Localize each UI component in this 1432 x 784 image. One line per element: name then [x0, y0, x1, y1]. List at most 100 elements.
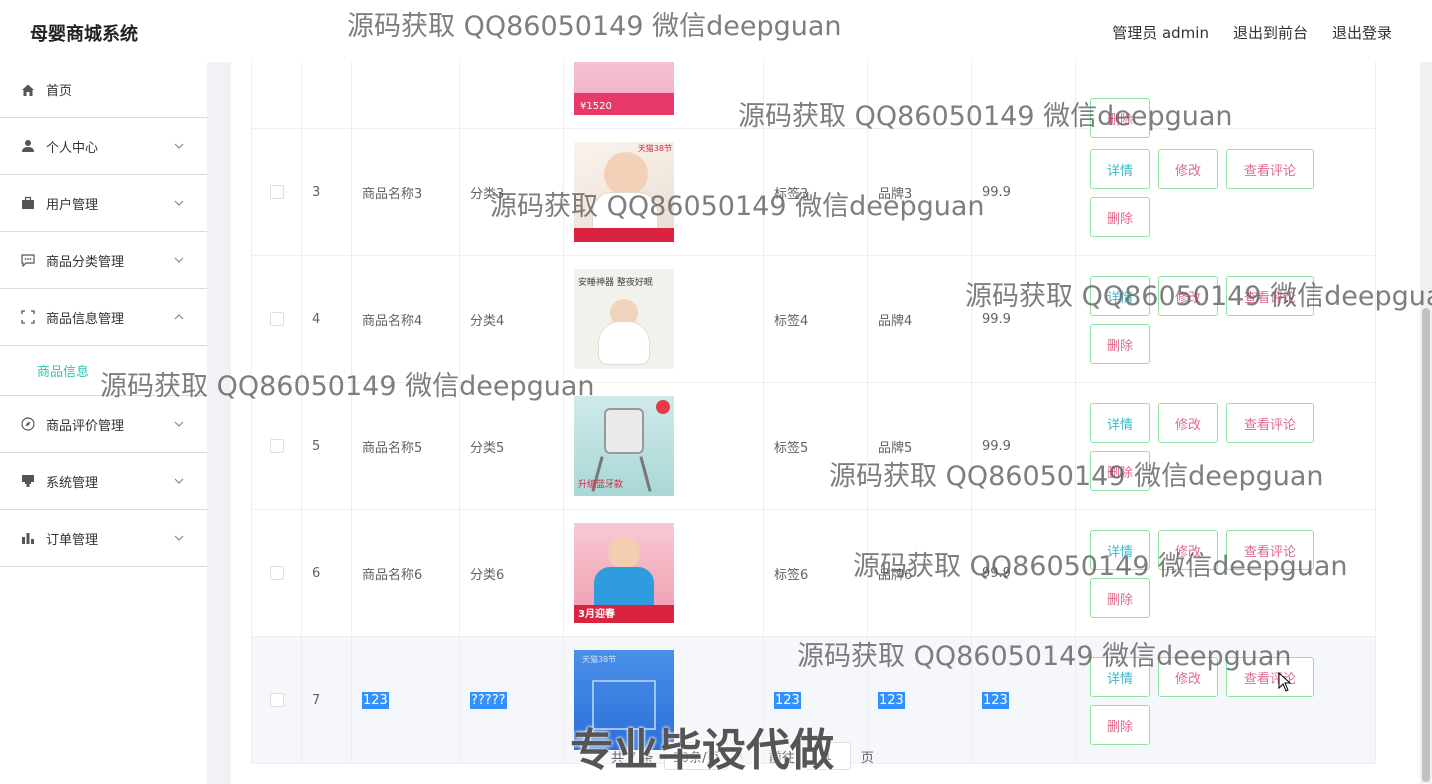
edit-button[interactable]: 修改 [1158, 276, 1218, 316]
delete-button[interactable]: 删除 [1090, 197, 1150, 237]
product-name: 商品名称3 [352, 129, 460, 255]
row-checkbox[interactable] [269, 693, 284, 707]
edit-button[interactable]: 修改 [1158, 657, 1218, 697]
chevron-down-icon [173, 532, 185, 544]
product-table: ¥1520 删除 3 商品名称3 分类3 天猫38节 标签3 品牌3 99.9 … [251, 62, 1376, 764]
edit-button[interactable]: 修改 [1158, 530, 1218, 570]
row-checkbox[interactable] [269, 439, 284, 453]
chevron-up-icon [173, 311, 185, 323]
sidebar-item-home[interactable]: 首页 [0, 62, 207, 118]
table-row: 4 商品名称4 分类4 安睡神器 整夜好眠 标签4 品牌4 99.9 详情 修改… [252, 256, 1375, 383]
image-caption: 3月迎春 [578, 609, 615, 620]
product-category: 分类4 [460, 256, 564, 382]
chevron-down-icon [173, 418, 185, 430]
image-caption: 升级蓝牙款 [578, 480, 624, 490]
sidebar-item-product-info-management[interactable]: 商品信息管理 [0, 289, 207, 346]
product-image: 安睡神器 整夜好眠 [574, 269, 674, 369]
sidebar-item-system-management[interactable]: 系统管理 [0, 453, 207, 510]
view-comments-button[interactable]: 查看评论 [1226, 657, 1314, 697]
product-brand: 品牌6 [868, 510, 972, 636]
row-actions: 详情 修改 查看评论 删除 [1090, 530, 1330, 618]
edit-button[interactable]: 修改 [1158, 403, 1218, 443]
chart-icon [20, 530, 36, 546]
product-brand: 123 [878, 691, 905, 709]
delete-button[interactable]: 删除 [1090, 578, 1150, 618]
header-links: 管理员 admin 退出到前台 退出登录 [1112, 22, 1392, 43]
detail-button[interactable]: 详情 [1090, 276, 1150, 316]
product-name: 123 [362, 691, 389, 709]
app-title: 母婴商城系统 [30, 24, 138, 45]
row-checkbox[interactable] [269, 566, 284, 580]
fullscreen-icon [20, 309, 36, 325]
chevron-down-icon [173, 254, 185, 266]
sidebar-item-label: 商品评价管理 [46, 418, 125, 434]
image-caption: ¥1520 [580, 101, 612, 112]
row-actions: 详情 修改 查看评论 删除 [1090, 149, 1330, 237]
product-category: 分类3 [460, 129, 564, 255]
view-comments-button[interactable]: 查看评论 [1226, 149, 1314, 189]
sidebar-item-personal-center[interactable]: 个人中心 [0, 118, 207, 175]
sidebar-item-user-management[interactable]: 用户管理 [0, 175, 207, 232]
table-row: ¥1520 删除 [252, 62, 1375, 138]
view-comments-button[interactable]: 查看评论 [1226, 276, 1314, 316]
sidebar-item-label: 系统管理 [46, 475, 99, 491]
product-tag: 标签5 [764, 383, 868, 509]
table-row: 6 商品名称6 分类6 3月迎春 标签6 品牌6 99.9 详情 修改 查看评论 [252, 510, 1375, 637]
table-row: 3 商品名称3 分类3 天猫38节 标签3 品牌3 99.9 详情 修改 查看评… [252, 129, 1375, 256]
product-image: 天猫38节 [574, 142, 674, 242]
home-icon [20, 82, 36, 98]
sidebar-item-label: 商品分类管理 [46, 254, 125, 270]
top-header: 母婴商城系统 管理员 admin 退出到前台 退出登录 [0, 0, 1432, 62]
layout-gutter [207, 62, 231, 784]
view-comments-button[interactable]: 查看评论 [1226, 403, 1314, 443]
row-index: 7 [302, 637, 352, 763]
detail-button[interactable]: 详情 [1090, 403, 1150, 443]
user-icon [20, 138, 36, 154]
scrollbar-thumb[interactable] [1422, 308, 1430, 782]
product-category: 分类6 [460, 510, 564, 636]
product-brand: 品牌5 [868, 383, 972, 509]
sidebar-item-category-management[interactable]: 商品分类管理 [0, 232, 207, 289]
sidebar-item-order-management[interactable]: 订单管理 [0, 510, 207, 567]
row-checkbox[interactable] [269, 312, 284, 326]
product-price: 99.9 [972, 256, 1076, 382]
sidebar-item-review-management[interactable]: 商品评价管理 [0, 396, 207, 453]
sidebar-item-label: 用户管理 [46, 197, 99, 213]
product-tag: 标签3 [764, 129, 868, 255]
mouse-cursor-icon [1278, 671, 1292, 696]
product-brand: 品牌3 [868, 129, 972, 255]
product-image: 升级蓝牙款 [574, 396, 674, 496]
product-image: 3月迎春 [574, 523, 674, 623]
row-checkbox[interactable] [269, 185, 284, 199]
exit-to-front-link[interactable]: 退出到前台 [1233, 22, 1308, 43]
vertical-scrollbar[interactable] [1420, 62, 1432, 784]
stamp-icon [20, 473, 36, 489]
image-caption: 安睡神器 整夜好眠 [578, 278, 653, 288]
edit-button[interactable]: 修改 [1158, 149, 1218, 189]
product-category: 分类5 [460, 383, 564, 509]
main-content: ¥1520 删除 3 商品名称3 分类3 天猫38节 标签3 品牌3 99.9 … [231, 62, 1432, 784]
delete-button[interactable]: 删除 [1090, 705, 1150, 745]
image-caption: 天猫38节 [637, 144, 672, 153]
product-price: 99.9 [972, 129, 1076, 255]
row-index: 4 [302, 256, 352, 382]
admin-label: 管理员 admin [1112, 24, 1209, 42]
logout-link[interactable]: 退出登录 [1332, 22, 1392, 43]
sidebar: 首页 个人中心 用户管理 商品分类管理 商品信息管理 商品信息 商品评价管理 系… [0, 62, 207, 784]
sidebar-subitem-product-info[interactable]: 商品信息 [0, 346, 207, 396]
product-price: 99.9 [972, 383, 1076, 509]
product-price: 123 [982, 691, 1009, 709]
product-name: 商品名称5 [352, 383, 460, 509]
compass-icon [20, 416, 36, 432]
detail-button[interactable]: 详情 [1090, 149, 1150, 189]
delete-button[interactable]: 删除 [1090, 451, 1150, 491]
delete-button[interactable]: 删除 [1090, 324, 1150, 364]
view-comments-button[interactable]: 查看评论 [1226, 530, 1314, 570]
detail-button[interactable]: 详情 [1090, 657, 1150, 697]
detail-button[interactable]: 详情 [1090, 530, 1150, 570]
sidebar-item-label: 首页 [46, 84, 73, 99]
product-brand: 品牌4 [868, 256, 972, 382]
row-actions: 详情 修改 查看评论 删除 [1090, 657, 1330, 745]
sidebar-item-label: 个人中心 [46, 140, 99, 156]
image-caption: 天猫38节 [582, 655, 617, 664]
